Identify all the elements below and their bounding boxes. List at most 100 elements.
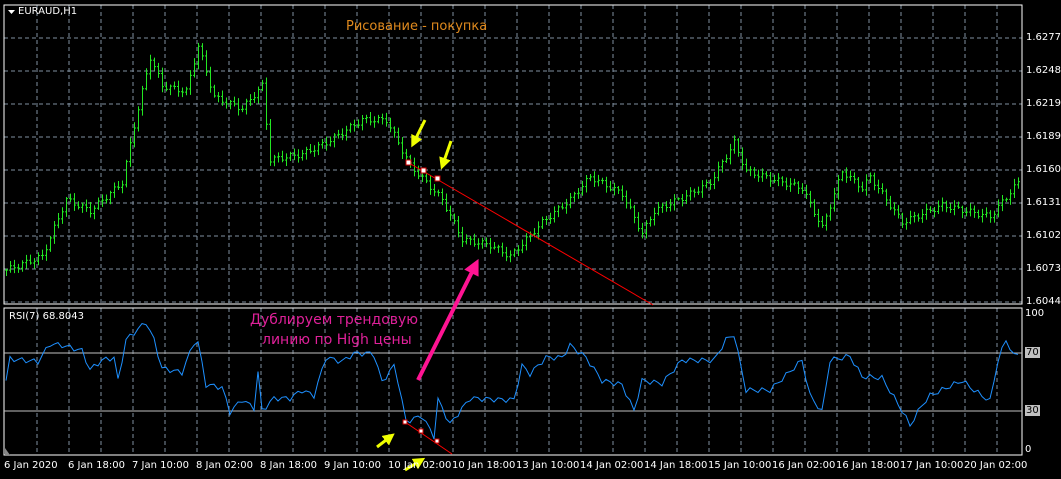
- price-bar: [201, 43, 204, 61]
- price-bar: [233, 96, 236, 107]
- rsi-axis-30: 30: [1025, 405, 1040, 416]
- price-bar: [61, 207, 64, 224]
- price-bar: [981, 208, 984, 223]
- price-bar: [701, 180, 704, 198]
- price-bar: [317, 141, 320, 156]
- price-bar: [841, 170, 844, 182]
- price-bar: [945, 200, 948, 213]
- grid: [4, 5, 1022, 455]
- price-bar: [13, 259, 16, 274]
- price-bar: [573, 191, 576, 202]
- price-bar: [917, 213, 920, 222]
- symbol-dropdown-icon[interactable]: [8, 10, 15, 14]
- price-bar: [5, 268, 8, 277]
- price-bar: [897, 205, 900, 219]
- price-bar: [449, 205, 452, 221]
- price-bar: [509, 250, 512, 263]
- price-bar: [169, 84, 172, 96]
- rsi-trendline[interactable]: [404, 421, 453, 455]
- price-bar: [301, 149, 304, 161]
- price-bar: [217, 91, 220, 103]
- price-bar: [85, 199, 88, 212]
- symbol-label[interactable]: EURAUD,H1: [18, 6, 77, 18]
- price-bar: [729, 143, 732, 165]
- price-bar: [29, 254, 32, 265]
- price-bar: [153, 57, 156, 71]
- price-bar: [881, 183, 884, 195]
- trendline-handle[interactable]: [405, 159, 412, 166]
- time-axis-label: 6 Jan 18:00: [68, 460, 125, 471]
- time-axis-label: 6 Jan 2020: [4, 460, 58, 471]
- price-bar: [1009, 189, 1012, 205]
- price-bar: [865, 174, 868, 196]
- yellow-arrow-icon: [411, 119, 427, 148]
- trendline-handle[interactable]: [420, 167, 427, 174]
- price-bar: [493, 242, 496, 250]
- price-bar: [481, 237, 484, 249]
- price-bar: [489, 237, 492, 254]
- time-axis-label: 9 Jan 10:00: [324, 460, 381, 471]
- price-bar: [545, 215, 548, 226]
- price-bar: [621, 185, 624, 201]
- price-bar: [505, 246, 508, 262]
- trendline-handle[interactable]: [402, 419, 408, 425]
- chart-title: Рисование - покупка: [346, 19, 488, 34]
- rsi-axis-0: 0: [1025, 444, 1032, 455]
- price-bar: [669, 198, 672, 212]
- price-axis-label: 1.61895: [1026, 131, 1061, 142]
- chart-canvas[interactable]: [0, 0, 1061, 479]
- price-bar: [205, 50, 208, 76]
- price-bar: [657, 202, 660, 216]
- price-bar: [321, 138, 324, 149]
- price-bar: [45, 244, 48, 261]
- trendline-handle[interactable]: [434, 175, 441, 182]
- price-bar: [433, 184, 436, 197]
- price-bar: [745, 158, 748, 173]
- price-bar: [49, 235, 52, 252]
- price-bar: [629, 198, 632, 210]
- price-bar: [925, 203, 928, 220]
- price-bar: [1017, 177, 1020, 189]
- price-bar: [281, 150, 284, 163]
- price-bar: [725, 154, 728, 163]
- price-bar: [385, 112, 388, 127]
- time-axis-label: 16 Jan 02:00: [772, 460, 836, 471]
- price-bar: [225, 97, 228, 109]
- price-bar: [605, 176, 608, 193]
- price-bar: [557, 205, 560, 218]
- price-bar: [717, 161, 720, 182]
- trendline-handle[interactable]: [418, 428, 424, 434]
- price-bar: [245, 98, 248, 115]
- price-axis-label: 1.61315: [1026, 197, 1061, 208]
- price-bar: [189, 70, 192, 95]
- price-bar: [17, 263, 20, 273]
- annotation-line-2: линию по High цены: [262, 332, 412, 348]
- price-bar: [285, 153, 288, 166]
- price-bar: [109, 190, 112, 205]
- price-bar: [633, 204, 636, 224]
- trendline-handle[interactable]: [434, 438, 440, 444]
- rsi-axis-100: 100: [1025, 308, 1045, 319]
- price-bar: [65, 196, 68, 217]
- price-bar: [737, 138, 740, 157]
- price-trendline[interactable]: [408, 162, 654, 306]
- price-bar: [21, 260, 24, 272]
- price-bar: [309, 143, 312, 154]
- price-axis-label: 1.61605: [1026, 164, 1061, 175]
- pane-resize-icon[interactable]: [5, 448, 10, 455]
- price-bar: [705, 179, 708, 189]
- yellow-arrow-icon: [376, 433, 395, 449]
- time-axis-label: 7 Jan 10:00: [132, 460, 189, 471]
- price-axis-label: 1.60730: [1026, 263, 1061, 274]
- rsi-line: [5, 323, 1019, 440]
- price-bar: [569, 192, 572, 209]
- price-bar: [921, 209, 924, 223]
- price-bar: [985, 207, 988, 218]
- time-axis-label: 15 Jan 10:00: [708, 460, 772, 471]
- price-bar: [57, 212, 60, 229]
- price-bar: [25, 254, 28, 269]
- price-axis-label: 1.62190: [1026, 98, 1061, 109]
- price-bar: [121, 180, 124, 194]
- price-bar: [513, 248, 516, 258]
- price-bar: [405, 148, 408, 160]
